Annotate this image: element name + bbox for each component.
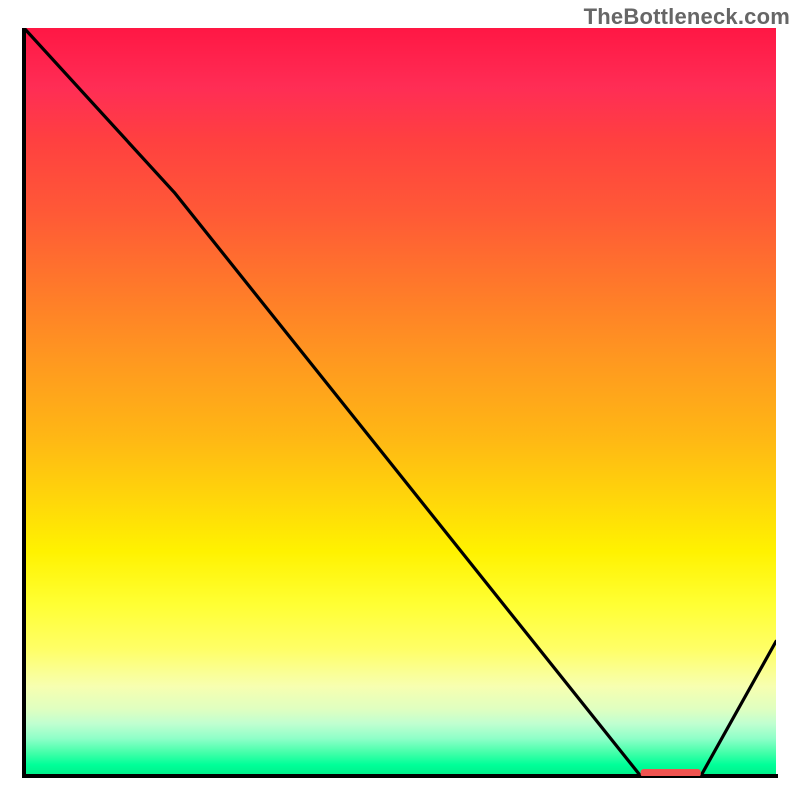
plot-area bbox=[24, 28, 776, 776]
watermark-text: TheBottleneck.com bbox=[584, 4, 790, 30]
y-axis bbox=[22, 28, 26, 778]
x-axis bbox=[22, 774, 778, 778]
chart-container: TheBottleneck.com bbox=[0, 0, 800, 800]
